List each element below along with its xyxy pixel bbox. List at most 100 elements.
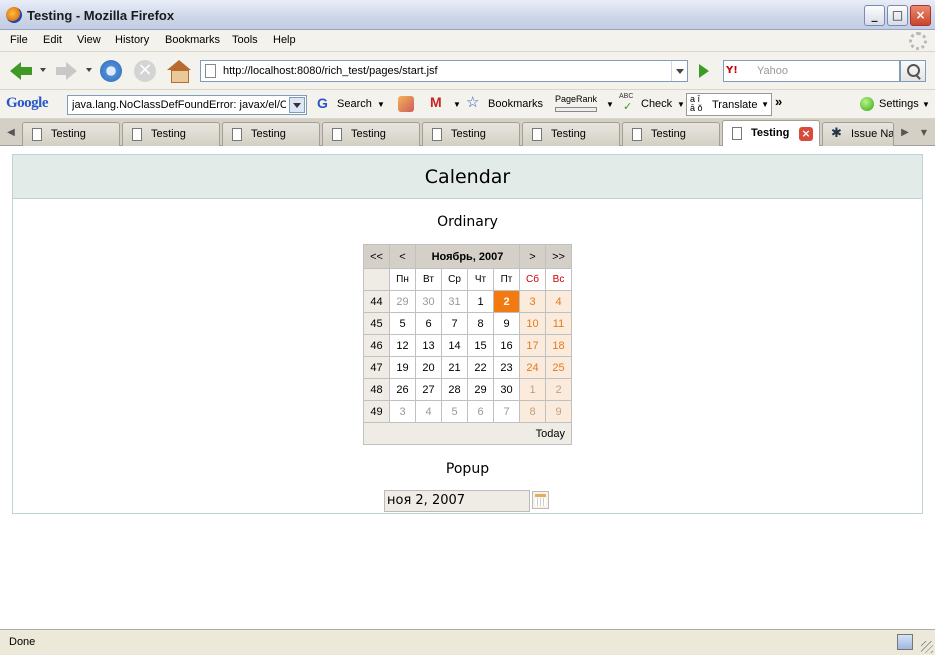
google-logo[interactable]: Google (6, 95, 49, 112)
star-icon[interactable]: ☆ (466, 93, 479, 111)
highlight-icon[interactable] (398, 96, 414, 112)
translate-button[interactable]: a īā ŏ Translate ▼ (686, 93, 772, 116)
tab-testing-4[interactable]: Testing (322, 122, 420, 146)
tab-testing-1[interactable]: Testing (22, 122, 120, 146)
prev-year-button[interactable]: << (363, 244, 390, 269)
tab-testing-active[interactable]: Testing × (722, 120, 820, 147)
forward-history-dropdown-icon[interactable] (86, 68, 92, 72)
calendar-day[interactable]: 9 (545, 400, 572, 423)
calendar-day[interactable]: 18 (545, 334, 572, 357)
calendar-day[interactable]: 3 (519, 290, 546, 313)
calendar-day[interactable]: 3 (389, 400, 416, 423)
calendar-day[interactable]: 1 (519, 378, 546, 401)
calendar-day[interactable]: 26 (389, 378, 416, 401)
next-year-button[interactable]: >> (545, 244, 572, 269)
calendar-day[interactable]: 5 (389, 312, 416, 335)
tab-scroll-left-icon[interactable]: ◀ (3, 123, 19, 143)
calendar-day[interactable]: 19 (389, 356, 416, 379)
close-tab-icon[interactable]: × (799, 127, 813, 141)
calendar-day[interactable]: 15 (467, 334, 494, 357)
calendar-day[interactable]: 4 (415, 400, 442, 423)
calendar-day[interactable]: 28 (441, 378, 468, 401)
check-button[interactable]: Check (641, 98, 672, 110)
address-url[interactable]: http://localhost:8080/rich_test/pages/st… (223, 65, 438, 77)
calendar-day[interactable]: 27 (415, 378, 442, 401)
toolbar-overflow-chevron[interactable]: » (775, 94, 782, 109)
google-bookmarks-button[interactable]: Bookmarks (488, 98, 543, 110)
tab-testing-3[interactable]: Testing (222, 122, 320, 146)
close-window-button[interactable]: × (910, 5, 931, 26)
status-page-icon[interactable] (897, 634, 913, 650)
gmail-dropdown-icon[interactable]: ▼ (453, 100, 461, 109)
popup-date-input[interactable]: ноя 2, 2007 (384, 490, 530, 512)
tab-testing-5[interactable]: Testing (422, 122, 520, 146)
search-go-button[interactable] (900, 60, 926, 82)
calendar-day[interactable]: 11 (545, 312, 572, 335)
menu-history[interactable]: History (115, 34, 149, 46)
check-dropdown-icon[interactable]: ▼ (677, 100, 685, 109)
menu-file[interactable]: File (10, 34, 28, 46)
google-search-dropdown-icon[interactable] (289, 97, 305, 113)
maximize-button[interactable]: □ (887, 5, 908, 26)
menu-edit[interactable]: Edit (43, 34, 62, 46)
calendar-day[interactable]: 24 (519, 356, 546, 379)
calendar-day[interactable]: 29 (389, 290, 416, 313)
settings-button[interactable]: Settings (879, 98, 919, 110)
prev-month-button[interactable]: < (389, 244, 416, 269)
address-bar[interactable]: http://localhost:8080/rich_test/pages/st… (200, 60, 688, 82)
calendar-day[interactable]: 17 (519, 334, 546, 357)
minimize-button[interactable]: _ (864, 5, 885, 26)
tab-scroll-right-icon[interactable]: ▶ (897, 123, 913, 143)
search-dropdown-icon[interactable]: ▼ (377, 100, 385, 109)
calendar-day[interactable]: 6 (415, 312, 442, 335)
calendar-day[interactable]: 14 (441, 334, 468, 357)
stop-button[interactable] (133, 59, 159, 83)
pagerank-dropdown-icon[interactable]: ▼ (606, 100, 614, 109)
calendar-day[interactable]: 31 (441, 290, 468, 313)
calendar-day-selected[interactable]: 2 (493, 290, 520, 313)
next-month-button[interactable]: > (519, 244, 546, 269)
back-history-dropdown-icon[interactable] (40, 68, 46, 72)
calendar-day[interactable]: 7 (493, 400, 520, 423)
menu-bookmarks[interactable]: Bookmarks (165, 34, 220, 46)
forward-button[interactable] (53, 59, 79, 83)
google-search-button[interactable]: Search (337, 98, 372, 110)
calendar-day[interactable]: 22 (467, 356, 494, 379)
calendar-day[interactable]: 30 (415, 290, 442, 313)
tab-testing-6[interactable]: Testing (522, 122, 620, 146)
gmail-icon[interactable]: M (430, 94, 442, 110)
calendar-day[interactable]: 10 (519, 312, 546, 335)
calendar-day[interactable]: 29 (467, 378, 494, 401)
yahoo-engine-icon[interactable]: Y! (726, 63, 754, 79)
settings-status-icon[interactable] (860, 97, 874, 111)
spellcheck-icon[interactable]: ABC (619, 93, 633, 100)
tab-issue-nav[interactable]: ✱ Issue Nav (822, 122, 894, 146)
menu-view[interactable]: View (77, 34, 101, 46)
calendar-day[interactable]: 30 (493, 378, 520, 401)
go-button[interactable] (694, 61, 714, 81)
calendar-day[interactable]: 16 (493, 334, 520, 357)
menu-tools[interactable]: Tools (232, 34, 258, 46)
back-button[interactable] (8, 59, 34, 83)
calendar-day[interactable]: 21 (441, 356, 468, 379)
calendar-day[interactable]: 5 (441, 400, 468, 423)
calendar-day[interactable]: 12 (389, 334, 416, 357)
calendar-day[interactable]: 8 (467, 312, 494, 335)
resize-grip-icon[interactable] (921, 641, 933, 653)
address-dropdown-icon[interactable] (671, 61, 687, 81)
calendar-day[interactable]: 2 (545, 378, 572, 401)
search-box[interactable]: Y! Yahoo (723, 60, 900, 82)
calendar-day[interactable]: 1 (467, 290, 494, 313)
calendar-day[interactable]: 13 (415, 334, 442, 357)
calendar-day[interactable]: 4 (545, 290, 572, 313)
calendar-day[interactable]: 7 (441, 312, 468, 335)
calendar-icon[interactable] (532, 491, 549, 509)
calendar-day[interactable]: 25 (545, 356, 572, 379)
calendar-day[interactable]: 8 (519, 400, 546, 423)
reload-button[interactable] (99, 59, 125, 83)
settings-dropdown-icon[interactable]: ▼ (922, 100, 930, 109)
google-search-value[interactable]: java.lang.NoClassDefFoundError: javax/el… (72, 99, 286, 111)
tab-testing-2[interactable]: Testing (122, 122, 220, 146)
calendar-day[interactable]: 6 (467, 400, 494, 423)
calendar-day[interactable]: 9 (493, 312, 520, 335)
